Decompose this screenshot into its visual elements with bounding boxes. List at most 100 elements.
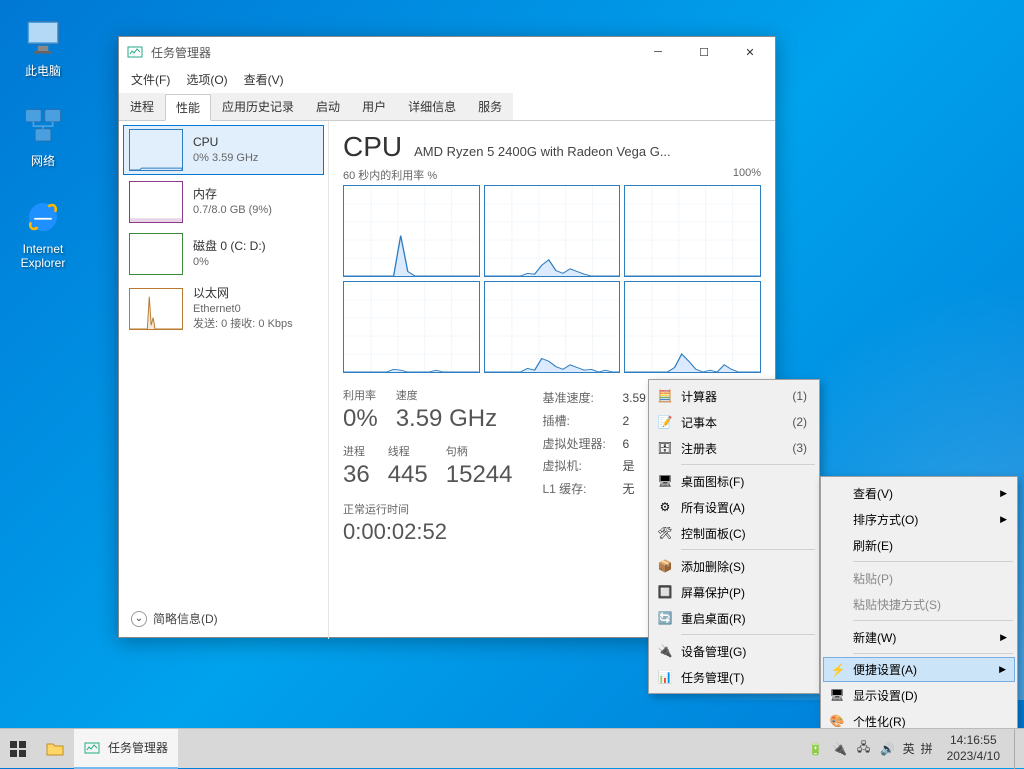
menu-task-mgr[interactable]: 📊任务管理(T) bbox=[651, 664, 817, 690]
control-panel-icon: 🛠 bbox=[657, 525, 673, 541]
registry-icon: 🗄 bbox=[657, 440, 673, 456]
menu-display[interactable]: 🖥显示设置(D) bbox=[823, 682, 1015, 708]
stat-proc-value: 36 bbox=[343, 461, 370, 489]
chevron-down-icon: ⌄ bbox=[131, 611, 147, 627]
menu-view[interactable]: 查看(V)▶ bbox=[823, 480, 1015, 506]
sidebar-item-memory[interactable]: 内存 0.7/8.0 GB (9%) bbox=[123, 177, 324, 227]
menu-quick-settings[interactable]: ⚡便捷设置(A)▶ bbox=[823, 657, 1015, 682]
menu-control-panel[interactable]: 🛠控制面板(C) bbox=[651, 520, 817, 546]
minimize-button[interactable]: ─ bbox=[635, 37, 681, 67]
menu-new[interactable]: 新建(W)▶ bbox=[823, 624, 1015, 650]
settings-icon: ⚙ bbox=[657, 499, 673, 515]
tray-sound-icon[interactable]: 🔊 bbox=[879, 740, 897, 758]
cpu-core-chart-4[interactable] bbox=[484, 281, 621, 373]
tab-startup[interactable]: 启动 bbox=[305, 93, 351, 120]
menu-regedit[interactable]: 🗄注册表(3) bbox=[651, 435, 817, 461]
menu-paste-shortcut: 粘贴快捷方式(S) bbox=[823, 591, 1015, 617]
menu-all-settings[interactable]: ⚙所有设置(A) bbox=[651, 494, 817, 520]
notepad-icon: 📝 bbox=[657, 414, 673, 430]
tabbar: 进程 性能 应用历史记录 启动 用户 详细信息 服务 bbox=[119, 93, 775, 121]
menu-paste: 粘贴(P) bbox=[823, 565, 1015, 591]
summary-link[interactable]: ⌄ 简略信息(D) bbox=[131, 610, 218, 627]
folder-icon bbox=[46, 741, 64, 757]
menu-device-mgr[interactable]: 🔌设备管理(G) bbox=[651, 638, 817, 664]
stat-util-label: 利用率 bbox=[343, 387, 378, 403]
restart-icon: 🔄 bbox=[657, 610, 673, 626]
programs-icon: 📦 bbox=[657, 558, 673, 574]
show-desktop-button[interactable] bbox=[1014, 729, 1020, 769]
tray-clock[interactable]: 14:16:55 2023/4/10 bbox=[939, 733, 1008, 764]
stat-handle-value: 15244 bbox=[446, 461, 513, 489]
menubar: 文件(F) 选项(O) 查看(V) bbox=[119, 67, 775, 91]
menu-options[interactable]: 选项(O) bbox=[178, 69, 235, 90]
cpu-core-chart-1[interactable] bbox=[484, 185, 621, 277]
tray-network-icon[interactable]: 🖧 bbox=[855, 740, 873, 758]
display-icon: 🖥 bbox=[829, 687, 845, 703]
menu-view[interactable]: 查看(V) bbox=[236, 69, 292, 90]
sidebar-memory-detail: 0.7/8.0 GB (9%) bbox=[193, 203, 272, 218]
menu-restart-desktop[interactable]: 🔄重启桌面(R) bbox=[651, 605, 817, 631]
stat-thread-value: 445 bbox=[388, 461, 428, 489]
tray-ime2[interactable]: 拼 bbox=[921, 740, 933, 757]
tray-usb-icon[interactable]: 🔌 bbox=[831, 740, 849, 758]
taskbar-app-taskmgr[interactable]: 任务管理器 bbox=[74, 729, 178, 769]
menu-desktop-icons[interactable]: 🖥桌面图标(F) bbox=[651, 468, 817, 494]
tab-details[interactable]: 详细信息 bbox=[397, 93, 467, 120]
stat-thread-label: 线程 bbox=[388, 443, 428, 459]
network-icon bbox=[22, 106, 64, 148]
panel-heading: CPU bbox=[343, 131, 402, 163]
stat-speed-label: 速度 bbox=[396, 387, 497, 403]
tray-battery-icon[interactable]: 🔋 bbox=[807, 740, 825, 758]
uptime-label: 正常运行时间 bbox=[343, 501, 513, 517]
tab-history[interactable]: 应用历史记录 bbox=[211, 93, 305, 120]
quicksettings-icon: ⚡ bbox=[830, 662, 846, 678]
taskmgr-icon: 📊 bbox=[657, 669, 673, 685]
ethernet-thumb bbox=[129, 288, 183, 330]
cpu-charts-grid bbox=[343, 185, 761, 373]
stat-proc-label: 进程 bbox=[343, 443, 370, 459]
sidebar-memory-title: 内存 bbox=[193, 186, 272, 203]
desktop-icon-this-pc[interactable]: 此电脑 bbox=[8, 16, 78, 79]
sidebar-disk-detail: 0% bbox=[193, 255, 266, 270]
memory-thumb bbox=[129, 181, 183, 223]
menu-file[interactable]: 文件(F) bbox=[123, 69, 178, 90]
menu-refresh[interactable]: 刷新(E) bbox=[823, 532, 1015, 558]
computer-icon bbox=[22, 16, 64, 58]
tab-services[interactable]: 服务 bbox=[467, 93, 513, 120]
desktop-icon-network[interactable]: 网络 bbox=[8, 106, 78, 169]
tab-users[interactable]: 用户 bbox=[351, 93, 397, 120]
stat-handle-label: 句柄 bbox=[446, 443, 513, 459]
cpu-core-chart-0[interactable] bbox=[343, 185, 480, 277]
menu-screensaver[interactable]: 🔲屏幕保护(P) bbox=[651, 579, 817, 605]
sidebar-cpu-title: CPU bbox=[193, 134, 258, 151]
sidebar-disk-title: 磁盘 0 (C: D:) bbox=[193, 238, 266, 255]
sidebar-item-disk[interactable]: 磁盘 0 (C: D:) 0% bbox=[123, 229, 324, 279]
menu-sort[interactable]: 排序方式(O)▶ bbox=[823, 506, 1015, 532]
tray-ime1[interactable]: 英 bbox=[903, 740, 915, 757]
cpu-model: AMD Ryzen 5 2400G with Radeon Vega G... bbox=[414, 144, 671, 159]
tab-performance[interactable]: 性能 bbox=[165, 94, 211, 121]
start-button[interactable] bbox=[0, 729, 36, 769]
maximize-button[interactable]: ☐ bbox=[681, 37, 727, 67]
sidebar-item-cpu[interactable]: CPU 0% 3.59 GHz bbox=[123, 125, 324, 175]
taskbar: 任务管理器 🔋 🔌 🖧 🔊 英 拼 14:16:55 2023/4/10 bbox=[0, 728, 1024, 768]
desktop-context-menu: 查看(V)▶ 排序方式(O)▶ 刷新(E) 粘贴(P) 粘贴快捷方式(S) 新建… bbox=[820, 476, 1018, 738]
explorer-button[interactable] bbox=[36, 729, 74, 769]
window-title: 任务管理器 bbox=[151, 44, 635, 61]
tab-processes[interactable]: 进程 bbox=[119, 93, 165, 120]
sidebar-eth-detail2: 发送: 0 接收: 0 Kbps bbox=[193, 317, 293, 332]
titlebar[interactable]: 任务管理器 ─ ☐ ✕ bbox=[119, 37, 775, 67]
desktop-icon-ie[interactable]: Internet Explorer bbox=[8, 196, 78, 270]
close-button[interactable]: ✕ bbox=[727, 37, 773, 67]
cpu-core-chart-3[interactable] bbox=[343, 281, 480, 373]
cpu-core-chart-5[interactable] bbox=[624, 281, 761, 373]
stat-util-value: 0% bbox=[343, 405, 378, 433]
sidebar-cpu-detail: 0% 3.59 GHz bbox=[193, 151, 258, 166]
personalize-icon: 🎨 bbox=[829, 713, 845, 729]
menu-calculator[interactable]: 🧮计算器(1) bbox=[651, 383, 817, 409]
menu-notepad[interactable]: 📝记事本(2) bbox=[651, 409, 817, 435]
device-icon: 🔌 bbox=[657, 643, 673, 659]
sidebar-item-ethernet[interactable]: 以太网 Ethernet0 发送: 0 接收: 0 Kbps bbox=[123, 281, 324, 337]
cpu-core-chart-2[interactable] bbox=[624, 185, 761, 277]
menu-add-remove[interactable]: 📦添加删除(S) bbox=[651, 553, 817, 579]
